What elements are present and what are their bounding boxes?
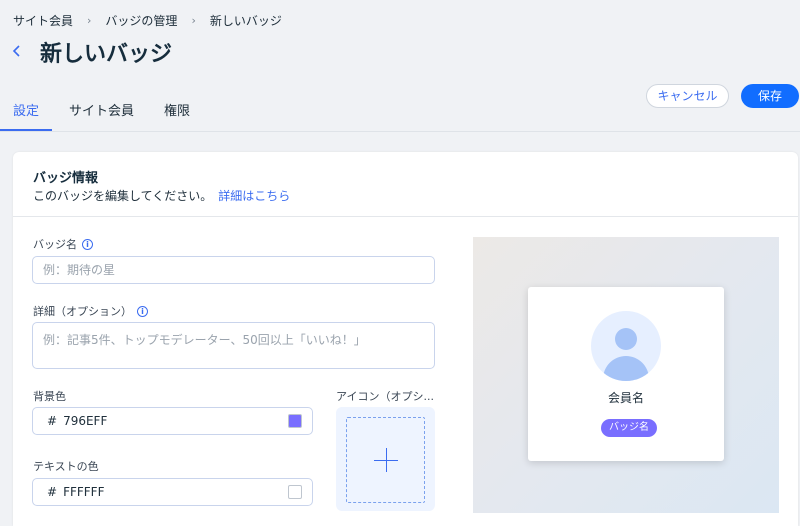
breadcrumb-item-current: 新しいバッジ [209,14,282,28]
badge-preview: 会員名 バッジ名 [473,237,779,513]
member-name: 会員名 [607,391,644,405]
badge-name-input[interactable] [32,256,435,284]
card-subtitle-text: このバッジを編集してください。 [33,189,213,203]
hash-symbol: # [47,485,58,499]
text-color-value: FFFFFF [63,485,105,499]
details-textarea[interactable] [32,322,435,369]
upload-dropzone[interactable] [346,417,425,503]
card-title: バッジ情報 [33,171,99,186]
tab-bar: 設定 サイト会員 権限 [0,88,220,132]
member-preview-card: 会員名 バッジ名 [528,287,724,461]
breadcrumb-item-badge-management[interactable]: バッジの管理 [105,12,177,29]
text-color-field[interactable]: # FFFFFF [32,478,313,506]
details-label: 詳細（オプション） i [33,303,148,319]
breadcrumb-item-site-members[interactable]: サイト会員 [13,12,73,29]
badge-name-label: バッジ名 i [33,236,93,252]
tab-site-members[interactable]: サイト会員 [69,88,134,132]
text-color-swatch[interactable] [288,485,302,499]
badge-preview-pill: バッジ名 [601,419,657,437]
background-color-swatch[interactable] [288,414,302,428]
hash-symbol: # [47,414,58,428]
breadcrumb: サイト会員 › バッジの管理 › 新しいバッジ [13,12,282,29]
info-icon[interactable]: i [82,238,93,250]
cancel-button[interactable]: キャンセル [646,84,729,108]
save-button[interactable]: 保存 [741,84,799,108]
chevron-left-icon [12,45,20,57]
background-color-label: 背景色 [33,390,66,403]
tab-permissions[interactable]: 権限 [164,88,190,132]
card-subtitle: このバッジを編集してください。 詳細はこちら [33,187,290,204]
tab-divider [0,131,800,132]
user-avatar-icon [591,311,661,381]
badge-name-label-text: バッジ名 [33,238,77,251]
details-label-text: 詳細（オプション） [33,305,132,318]
text-color-label: テキストの色 [33,460,99,473]
card-divider [13,216,798,217]
info-icon[interactable]: i [137,305,148,317]
background-color-field[interactable]: # 796EFF [32,407,313,435]
icon-upload-area[interactable] [336,407,435,511]
badge-info-card: バッジ情報 このバッジを編集してください。詳細はこちら バッジ名 i 詳細（オプ… [13,152,798,526]
chevron-right-icon: › [87,14,92,27]
page-title: 新しいバッジ [40,42,173,67]
background-color-value: 796EFF [63,414,108,428]
icon-label: アイコン（オプシ... [336,390,434,403]
learn-more-link[interactable]: 詳細はこちら [218,189,290,203]
tab-settings[interactable]: 設定 [0,88,53,132]
back-button[interactable] [10,40,30,64]
chevron-right-icon: › [191,14,196,27]
